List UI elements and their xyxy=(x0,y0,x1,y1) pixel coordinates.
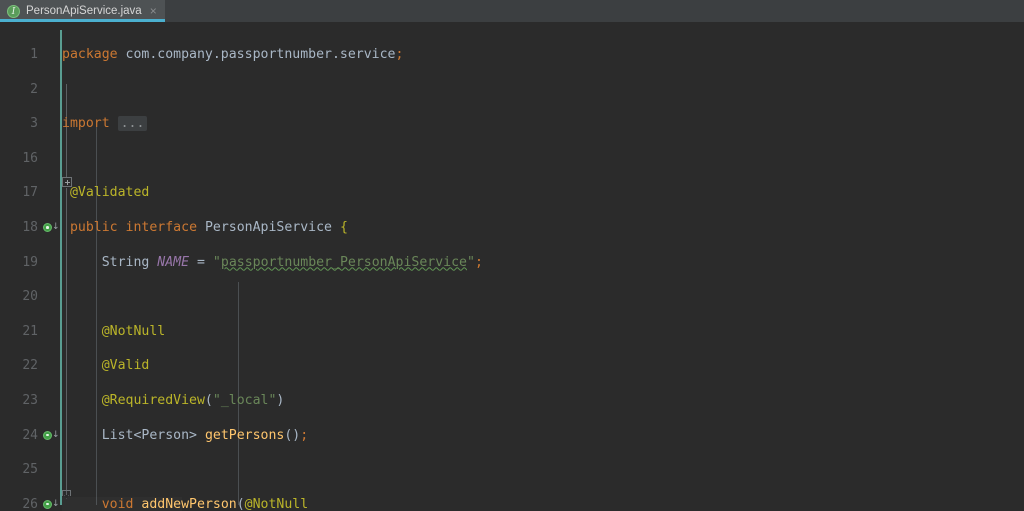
line-content[interactable]: String NAME = "passportnumber_PersonApiS… xyxy=(62,254,483,271)
implemented-by-icon[interactable]: ↓ xyxy=(43,499,60,511)
line-number: 17 xyxy=(22,185,38,201)
code-line[interactable]: 16 xyxy=(0,150,1024,167)
code-line[interactable]: 17 @Validated xyxy=(0,184,1024,201)
folded-imports[interactable]: ... xyxy=(117,116,148,132)
line-number: 2 xyxy=(30,81,38,97)
line-number: 23 xyxy=(22,392,38,408)
code-line[interactable]: 20 xyxy=(0,288,1024,305)
line-number: 3 xyxy=(30,116,38,132)
code-line[interactable]: 2 xyxy=(0,81,1024,98)
line-number: 1 xyxy=(30,47,38,62)
line-content[interactable]: @NotNull xyxy=(62,323,166,340)
code-line[interactable]: 1 package com.company.passportnumber.ser… xyxy=(0,46,1024,63)
line-number: 26 xyxy=(22,496,38,511)
line-number: 24 xyxy=(22,427,38,443)
tab-person-api-service[interactable]: I PersonApiService.java × xyxy=(0,0,165,22)
implemented-by-icon[interactable]: ↓ xyxy=(43,430,60,442)
line-number: 16 xyxy=(22,150,38,166)
line-content[interactable]: public interface PersonApiService { xyxy=(62,219,348,236)
line-content[interactable]: List<Person> getPersons(); xyxy=(62,427,308,444)
line-content[interactable]: package com.company.passportnumber.servi… xyxy=(62,46,403,63)
code-lines: 1 package com.company.passportnumber.ser… xyxy=(0,22,1024,511)
code-line[interactable]: 23 @RequiredView("_local") xyxy=(0,392,1024,409)
line-number: 22 xyxy=(22,358,38,374)
code-line[interactable]: 18 ↓ public interface PersonApiService { xyxy=(0,219,1024,236)
line-content[interactable]: @RequiredView("_local") xyxy=(62,392,285,409)
code-line[interactable]: 25 xyxy=(0,461,1024,478)
line-number: 25 xyxy=(22,462,38,478)
code-line[interactable]: 3 import ... xyxy=(0,115,1024,188)
line-number: 19 xyxy=(22,254,38,270)
line-number: 18 xyxy=(22,219,38,235)
line-content[interactable]: void addNewPerson(@NotNull xyxy=(62,496,308,511)
code-line[interactable]: 26 ↓ void addNewPerson(@NotNull xyxy=(0,496,1024,511)
code-editor[interactable]: 1 package com.company.passportnumber.ser… xyxy=(0,22,1024,511)
line-content[interactable]: @Valid xyxy=(62,357,150,374)
java-interface-icon: I xyxy=(7,4,20,18)
line-content[interactable]: import ... xyxy=(62,115,148,132)
close-icon[interactable]: × xyxy=(148,5,157,17)
line-number: 20 xyxy=(22,289,38,305)
line-number: 21 xyxy=(22,323,38,339)
code-line[interactable]: 22 @Valid xyxy=(0,357,1024,374)
editor-tab-bar: I PersonApiService.java × xyxy=(0,0,1024,22)
tab-label: PersonApiService.java xyxy=(26,5,142,17)
code-line[interactable]: 19 String NAME = "passportnumber_PersonA… xyxy=(0,254,1024,271)
implemented-by-icon[interactable]: ↓ xyxy=(43,222,60,234)
code-line[interactable]: 21 @NotNull xyxy=(0,323,1024,496)
code-line[interactable]: 24 ↓ List<Person> getPersons(); xyxy=(0,427,1024,444)
line-content[interactable]: @Validated xyxy=(62,184,149,201)
